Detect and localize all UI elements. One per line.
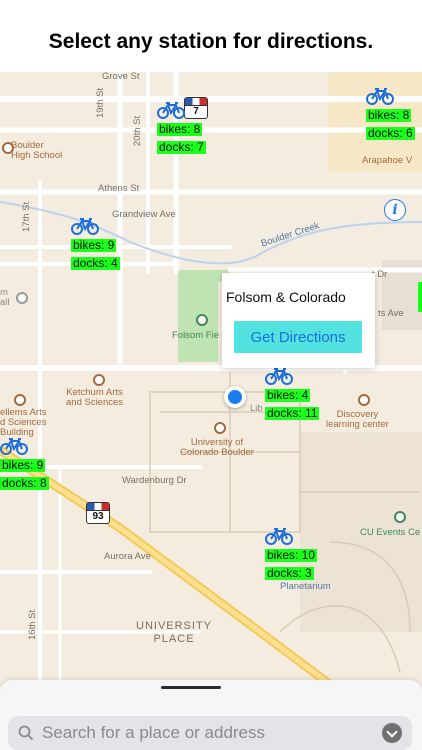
- bike-station[interactable]: bikes: 8 docks: 6: [366, 86, 422, 142]
- street-grove-st: Grove St: [102, 72, 140, 82]
- place-boulder-high-school: Boulder High School: [11, 140, 63, 161]
- station-bikes: bikes: 8: [157, 122, 203, 136]
- bike-station[interactable]: bikes: 9 docks: 8: [0, 436, 60, 492]
- street-17th-st: 17th St: [21, 201, 32, 232]
- place-ellems: ellems Arts d Sciences Building: [0, 407, 47, 438]
- station-docks: docks: 3: [265, 566, 314, 580]
- place-planetarium: Planetarium: [280, 581, 331, 592]
- bike-icon: [366, 88, 394, 105]
- map-view[interactable]: Grove St 19th St 20th St Athens St 17th …: [0, 72, 422, 692]
- station-callout: Folsom & Colorado Get Directions: [222, 273, 375, 368]
- bottom-sheet[interactable]: Search for a place or address: [0, 680, 422, 750]
- station-docks: docks: 8: [0, 476, 49, 490]
- place-ketchum: Ketchum Arts and Sciences: [66, 387, 124, 408]
- place-university-place: UNIVERSITY PLACE: [136, 620, 213, 645]
- street-ts-ave: ts Ave: [378, 308, 404, 319]
- building-icon: [16, 292, 28, 304]
- map-info-button[interactable]: i: [384, 199, 406, 221]
- station-bikes: bikes: 10: [265, 548, 318, 562]
- bike-icon: [265, 368, 293, 385]
- ellems-icon: [14, 394, 26, 406]
- street-aurora-ave: Aurora Ave: [104, 551, 151, 562]
- station-docks: docks: 11: [265, 406, 320, 420]
- place-lib: Lib: [250, 403, 263, 414]
- station-docks: docks: 6: [366, 126, 415, 140]
- university-icon: [214, 422, 226, 434]
- bike-station[interactable]: bikes: 10 docks: 3: [265, 526, 325, 582]
- station-bikes: bikes: 9: [0, 458, 46, 472]
- map-base: [0, 72, 422, 692]
- user-location-dot: [224, 386, 246, 408]
- station-bikes: bikes: 9: [71, 238, 117, 252]
- callout-title: Folsom & Colorado: [226, 289, 346, 305]
- bike-icon: [157, 102, 185, 119]
- bike-station[interactable]: bikes: 9 docks: 4: [71, 216, 131, 272]
- place-am-all: m all: [0, 287, 10, 308]
- place-discovery: Discovery learning center: [326, 409, 389, 430]
- street-20th-st: 20th St: [132, 115, 143, 146]
- station-docks: docks: 4: [71, 256, 120, 270]
- bike-icon: [265, 528, 293, 545]
- place-university: University of Colorado Boulder: [180, 437, 254, 458]
- page-title: Select any station for directions.: [0, 0, 422, 72]
- bike-station[interactable]: bikes: 8 docks: 7: [157, 100, 217, 156]
- street-athens-st: Athens St: [98, 183, 140, 194]
- sheet-grabber[interactable]: [161, 686, 221, 689]
- bike-icon: [71, 218, 99, 235]
- get-directions-button[interactable]: Get Directions: [234, 321, 362, 353]
- place-cu-events: CU Events Ce: [360, 527, 421, 538]
- chevron-down-icon[interactable]: [382, 723, 402, 743]
- bike-icon: [0, 438, 28, 455]
- station-bikes: bikes: 8: [366, 108, 412, 122]
- bike-station[interactable]: bikes: 4 docks: 11: [265, 366, 325, 422]
- search-input[interactable]: Search for a place or address: [42, 723, 382, 743]
- street-19th-st: 19th St: [95, 87, 106, 118]
- search-bar[interactable]: Search for a place or address: [8, 716, 412, 750]
- place-folsom-field: Folsom Fie: [172, 330, 219, 341]
- place-arapahoe: Arapahoe V: [362, 155, 413, 166]
- highway-shield-icon: 93: [86, 502, 110, 524]
- station-docks: docks: 7: [157, 140, 206, 154]
- ketchum-icon: [93, 374, 105, 386]
- stadium-icon: [196, 314, 208, 326]
- station-bikes: bikes: 4: [265, 388, 311, 402]
- events-center-icon: [394, 511, 406, 523]
- discovery-icon: [358, 394, 370, 406]
- street-16th-st: 16th St: [27, 609, 38, 640]
- street-wardenburg-dr: Wardenburg Dr: [122, 475, 187, 486]
- search-icon: [18, 725, 34, 741]
